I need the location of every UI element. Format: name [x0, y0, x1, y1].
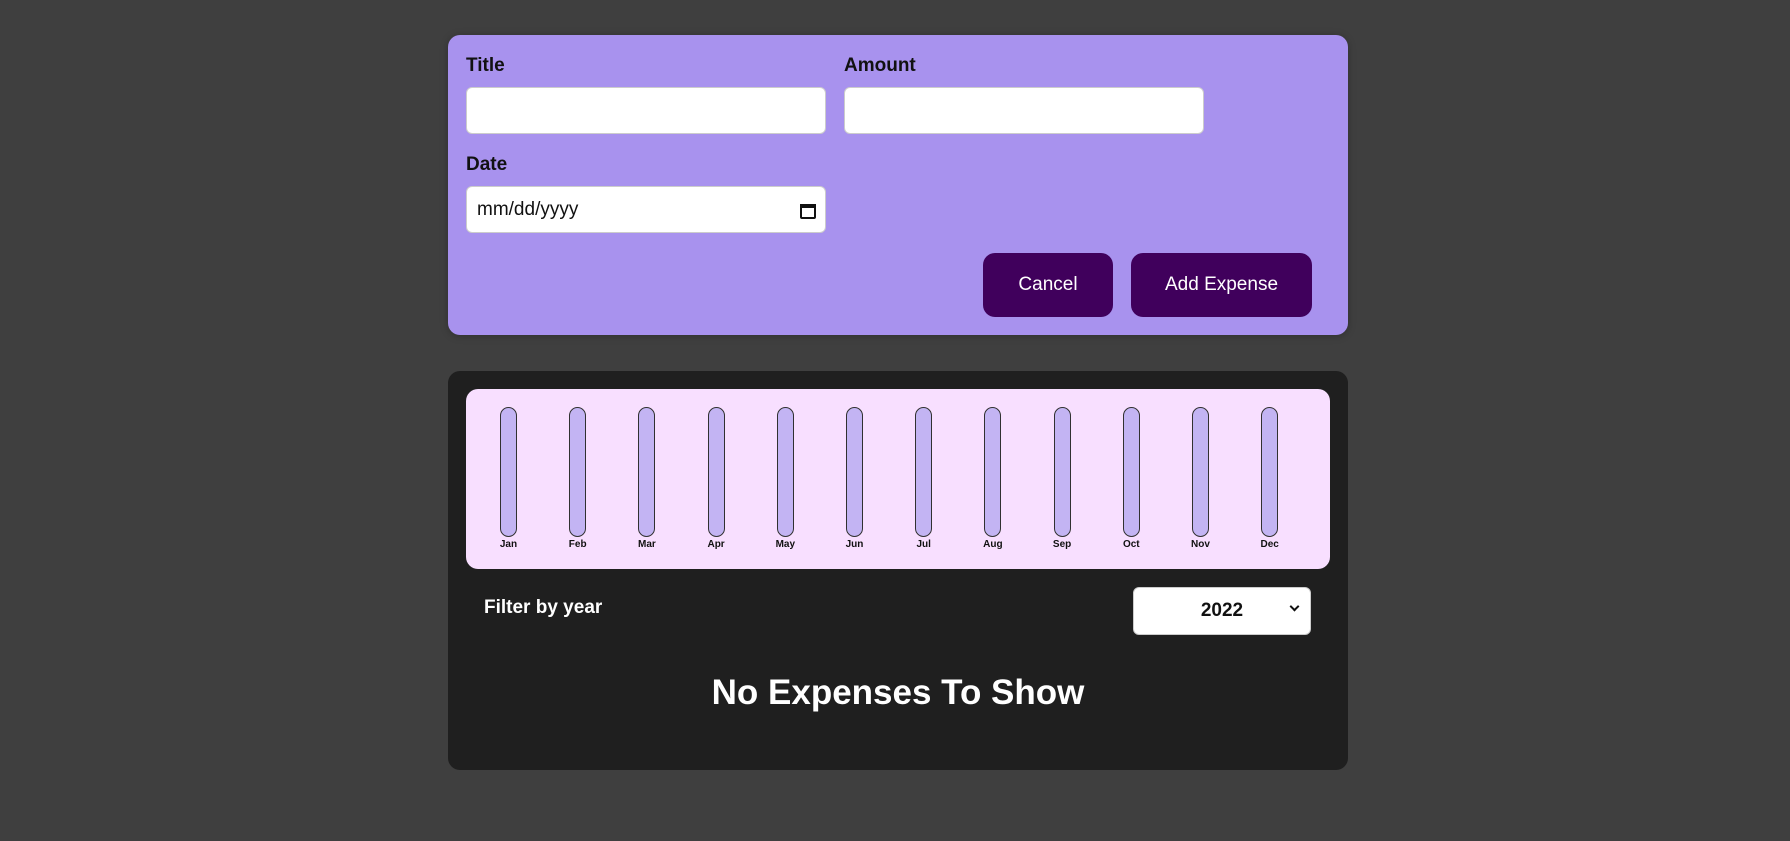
chart-bar-aug: Aug [978, 407, 1008, 550]
title-field-group: Title [466, 55, 826, 134]
chart-bar-jan: Jan [494, 407, 524, 550]
filter-by-year-label: Filter by year [484, 597, 603, 618]
chart-bar-track [776, 407, 794, 537]
chart-bar-track [915, 407, 933, 537]
chart-bar-track [638, 407, 656, 537]
chart-bar-label: May [775, 539, 796, 550]
title-input[interactable] [466, 87, 826, 134]
chart-bar-oct: Oct [1116, 407, 1146, 550]
chart-bar-track [1053, 407, 1071, 537]
chart-bar-track [569, 407, 587, 537]
amount-input[interactable] [844, 87, 1204, 134]
date-field-group: Date mm/dd/yyyy [466, 154, 826, 233]
amount-label: Amount [844, 55, 916, 76]
title-label: Title [466, 55, 505, 76]
chart-bar-nov: Nov [1186, 407, 1216, 550]
year-select[interactable]: 2022 [1133, 587, 1311, 635]
chart-bar-jun: Jun [840, 407, 870, 550]
chart-bar-track [984, 407, 1002, 537]
monthly-expense-chart: Jan Feb Mar Apr May Jun Jul Aug Sep Oct Nov Dec [466, 389, 1330, 569]
chart-bar-label: Jan [499, 539, 518, 550]
chart-bar-label: Oct [1122, 539, 1140, 550]
chart-bar-label: Aug [983, 539, 1003, 550]
chart-bar-track [500, 407, 517, 537]
chart-bar-apr: Apr [701, 407, 731, 550]
chart-bar-track [707, 407, 725, 537]
cancel-button[interactable]: Cancel [983, 253, 1113, 317]
chart-bar-track [1261, 407, 1279, 537]
calendar-icon[interactable] [799, 202, 816, 219]
chart-bar-feb: Feb [563, 407, 593, 550]
chevron-down-icon [1289, 601, 1300, 612]
chart-bar-sep: Sep [1047, 407, 1077, 550]
chart-bar-jul: Jul [909, 407, 939, 550]
chart-bar-label: Sep [1052, 539, 1072, 550]
chart-bar-label: Nov [1191, 539, 1210, 550]
empty-state-message: No Expenses To Show [711, 673, 1085, 712]
chart-bar-label: Apr [707, 539, 725, 550]
date-label: Date [466, 154, 508, 175]
chart-bar-track [846, 407, 863, 537]
chart-bar-label: Feb [568, 539, 587, 550]
chart-bar-track [1122, 407, 1140, 537]
chart-bar-may: May [770, 407, 800, 550]
add-expense-button[interactable]: Add Expense [1131, 253, 1312, 317]
new-expense-form: Title Amount Date mm/dd/yyyy Cancel Add … [448, 35, 1348, 335]
amount-field-group: Amount [844, 55, 1204, 134]
chart-bar-label: Jun [845, 539, 864, 550]
date-placeholder: mm/dd/yyyy [477, 198, 579, 220]
selected-year: 2022 [1200, 600, 1244, 621]
chart-bar-track [1192, 407, 1209, 537]
chart-bar-label: Dec [1260, 539, 1279, 550]
chart-bar-label: Mar [637, 539, 656, 550]
date-input[interactable]: mm/dd/yyyy [466, 186, 826, 233]
expenses-card: Jan Feb Mar Apr May Jun Jul Aug Sep Oct Nov Dec Fil… [448, 371, 1348, 770]
chart-bar-mar: Mar [632, 407, 662, 550]
chart-bar-label: Jul [916, 539, 931, 550]
chart-bar-dec: Dec [1255, 407, 1285, 550]
